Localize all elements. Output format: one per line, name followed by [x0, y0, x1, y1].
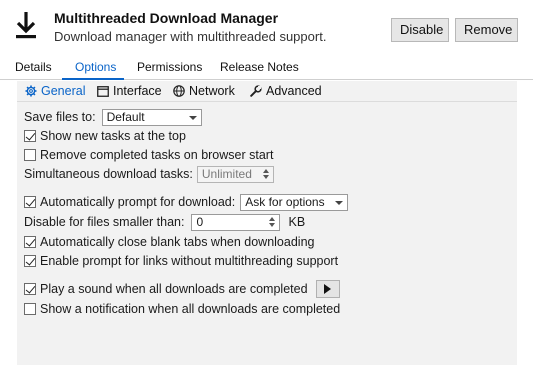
- simultaneous-tasks-label: Simultaneous download tasks:: [24, 167, 193, 181]
- remove-completed-checkbox[interactable]: [24, 149, 36, 161]
- chevron-down-icon: [335, 200, 344, 205]
- tab-release-notes[interactable]: Release Notes: [220, 60, 299, 74]
- show-new-tasks-checkbox[interactable]: [24, 130, 36, 142]
- simultaneous-tasks-row: Simultaneous download tasks: Unlimited: [24, 165, 274, 183]
- auto-prompt-checkbox[interactable]: [24, 196, 36, 208]
- addon-header: Multithreaded Download Manager Download …: [0, 0, 533, 56]
- save-files-label: Save files to:: [24, 110, 96, 124]
- spin-arrows-icon[interactable]: [262, 168, 271, 180]
- subtab-advanced-label: Advanced: [266, 84, 322, 98]
- show-notification-label: Show a notification when all downloads a…: [40, 302, 341, 316]
- download-arrow-icon: [16, 12, 36, 39]
- addon-title: Multithreaded Download Manager: [54, 10, 279, 26]
- enable-prompt-links-row: Enable prompt for links without multithr…: [24, 252, 338, 270]
- subtab-general[interactable]: General: [25, 84, 85, 98]
- play-sound-label: Play a sound when all downloads are comp…: [40, 282, 308, 296]
- play-sound-button[interactable]: [315, 280, 340, 298]
- disable-smaller-value: 0: [196, 215, 204, 229]
- subtab-general-label: General: [41, 84, 86, 98]
- active-tab-indicator: [62, 78, 124, 80]
- auto-prompt-value: Ask for options: [245, 195, 325, 209]
- save-files-select[interactable]: Default: [101, 108, 202, 126]
- show-new-tasks-row: Show new tasks at the top: [24, 127, 186, 145]
- subtab-interface[interactable]: Interface: [97, 84, 162, 98]
- play-sound-row: Play a sound when all downloads are comp…: [24, 280, 340, 298]
- disable-smaller-input[interactable]: 0: [191, 213, 281, 231]
- remove-button[interactable]: Remove: [455, 18, 518, 42]
- auto-prompt-row: Automatically prompt for download: Ask f…: [24, 193, 349, 211]
- enable-prompt-links-checkbox[interactable]: [24, 255, 36, 267]
- save-files-row: Save files to: Default: [24, 108, 202, 126]
- window-icon: [97, 85, 109, 97]
- play-icon: [324, 284, 332, 294]
- disable-button[interactable]: Disable: [391, 18, 449, 42]
- globe-icon: [173, 85, 185, 97]
- wrench-icon: [250, 85, 262, 97]
- save-files-value: Default: [106, 110, 145, 124]
- subtab-network[interactable]: Network: [173, 84, 235, 98]
- simultaneous-tasks-value: Unlimited: [201, 167, 252, 181]
- show-notification-checkbox[interactable]: [24, 303, 36, 315]
- auto-close-tabs-row: Automatically close blank tabs when down…: [24, 233, 314, 251]
- subtab-network-label: Network: [189, 84, 235, 98]
- auto-close-tabs-checkbox[interactable]: [24, 236, 36, 248]
- disable-smaller-row: Disable for files smaller than: 0 KB: [24, 213, 305, 231]
- play-sound-checkbox[interactable]: [24, 283, 36, 295]
- subtab-advanced[interactable]: Advanced: [250, 84, 322, 98]
- options-panel: General Interface Network Advanced Save …: [17, 81, 517, 365]
- spin-arrows-icon[interactable]: [269, 216, 277, 228]
- tab-permissions[interactable]: Permissions: [137, 60, 202, 74]
- simultaneous-tasks-stepper[interactable]: Unlimited: [196, 165, 274, 183]
- tab-options[interactable]: Options: [75, 60, 116, 74]
- subtab-interface-label: Interface: [113, 84, 162, 98]
- addon-description: Download manager with multithreaded supp…: [54, 29, 327, 44]
- remove-completed-row: Remove completed tasks on browser start: [24, 146, 273, 164]
- disable-smaller-unit: KB: [288, 215, 306, 229]
- enable-prompt-links-label: Enable prompt for links without multithr…: [40, 254, 339, 268]
- addon-tabs: Details Options Permissions Release Note…: [0, 56, 533, 80]
- auto-prompt-select[interactable]: Ask for options: [240, 193, 349, 211]
- show-new-tasks-label: Show new tasks at the top: [40, 129, 186, 143]
- tab-details[interactable]: Details: [15, 60, 52, 74]
- options-subtabs: General Interface Network Advanced: [17, 81, 517, 102]
- chevron-down-icon: [188, 115, 197, 120]
- gear-icon: [25, 85, 37, 97]
- disable-smaller-label: Disable for files smaller than:: [24, 215, 185, 229]
- auto-close-tabs-label: Automatically close blank tabs when down…: [40, 235, 315, 249]
- remove-completed-label: Remove completed tasks on browser start: [40, 148, 274, 162]
- show-notification-row: Show a notification when all downloads a…: [24, 300, 340, 318]
- auto-prompt-label: Automatically prompt for download:: [40, 195, 236, 209]
